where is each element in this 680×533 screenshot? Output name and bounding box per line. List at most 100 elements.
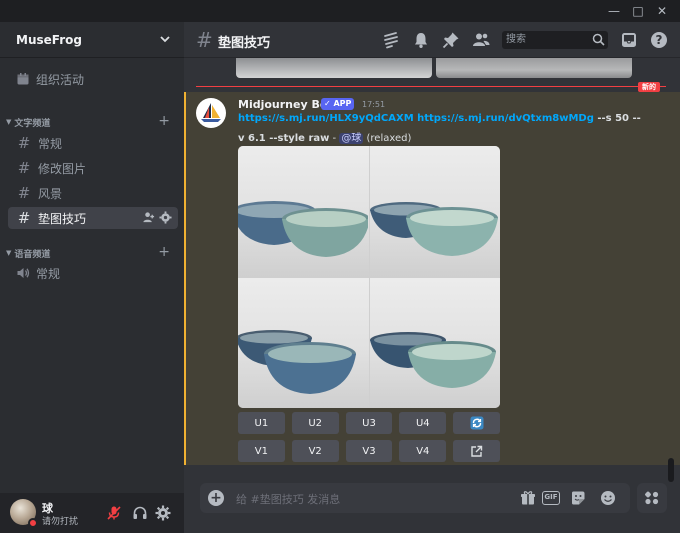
- calendar-icon: [17, 73, 29, 85]
- v4-button[interactable]: V4: [399, 440, 447, 462]
- invite-member-icon[interactable]: [142, 211, 155, 224]
- prompt-params-cont: v 6.1 --style raw: [238, 133, 330, 144]
- user-status: 请勿打扰: [42, 517, 79, 527]
- channel-label: 常规: [38, 136, 63, 151]
- midjourney-boat-icon: [201, 103, 221, 122]
- search-input[interactable]: 搜索: [502, 31, 608, 49]
- channel-item-edit-images[interactable]: # 修改图片: [8, 157, 178, 179]
- prompt-link-1[interactable]: https://s.mj.run/HLX9yQdCAXM: [238, 113, 414, 124]
- gift-icon[interactable]: [520, 490, 536, 506]
- image-grid[interactable]: [238, 146, 500, 408]
- headphones-icon[interactable]: [132, 505, 148, 521]
- hash-icon: #: [17, 184, 31, 202]
- prompt-params: --s 50 --: [597, 113, 641, 124]
- voice-channel-item-general[interactable]: 常规: [8, 262, 178, 284]
- svg-text:?: ?: [656, 33, 663, 47]
- hash-icon: #: [17, 209, 31, 227]
- v1-button[interactable]: V1: [238, 440, 285, 462]
- apps-button[interactable]: [637, 483, 667, 513]
- category-label: 语音频道: [14, 249, 51, 260]
- threads-icon[interactable]: [382, 31, 400, 49]
- external-link-icon: [471, 445, 483, 457]
- sticker-icon[interactable]: [570, 490, 586, 506]
- channel-item-image-prompt-tips[interactable]: # 垫图技巧: [8, 207, 178, 229]
- search-placeholder: 搜索: [506, 34, 526, 45]
- category-label: 文字频道: [14, 118, 51, 129]
- bot-avatar[interactable]: [196, 98, 226, 128]
- image-tile-3[interactable]: [238, 277, 369, 408]
- gear-icon[interactable]: [155, 505, 171, 521]
- channel-label: 常规: [36, 266, 61, 281]
- hash-icon: #: [196, 28, 213, 52]
- reroll-button[interactable]: [453, 412, 500, 434]
- channel-header: # 垫图技巧 搜索 ?: [184, 22, 680, 58]
- channel-label: 垫图技巧: [38, 211, 87, 226]
- new-messages-divider: [196, 86, 666, 87]
- discord-window: — □ ✕ MuseFrog 组织活动 ▼ 文字频道 + # 常规 # 修改图片…: [0, 0, 680, 533]
- user-panel: 球 请勿打扰: [0, 493, 184, 533]
- channel-item-landscape[interactable]: # 风景: [8, 182, 178, 204]
- gif-icon[interactable]: GIF: [542, 491, 560, 505]
- channel-item-general[interactable]: # 常规: [8, 132, 178, 154]
- gear-icon[interactable]: [159, 211, 172, 224]
- voice-channel-category[interactable]: ▼ 语音频道 +: [4, 244, 180, 260]
- channel-sidebar: MuseFrog 组织活动 ▼ 文字频道 + # 常规 # 修改图片 # 风景 …: [0, 22, 184, 533]
- u4-button[interactable]: U4: [399, 412, 447, 434]
- variation-button-row: V1 V2 V3 V4: [238, 440, 500, 462]
- v2-button[interactable]: V2: [291, 440, 339, 462]
- v3-button[interactable]: V3: [345, 440, 393, 462]
- events-item[interactable]: 组织活动: [8, 68, 178, 90]
- image-tile-1[interactable]: [238, 146, 369, 277]
- pin-icon[interactable]: [442, 31, 460, 49]
- hash-icon: #: [17, 159, 31, 177]
- chevron-down-icon: ▼: [6, 118, 12, 126]
- close-button[interactable]: ✕: [654, 3, 670, 19]
- apps-icon: [645, 491, 659, 505]
- previous-image[interactable]: [436, 58, 632, 78]
- add-channel-icon[interactable]: +: [158, 113, 170, 129]
- maximize-button[interactable]: □: [630, 3, 646, 19]
- image-tile-4[interactable]: [369, 277, 500, 408]
- member-list-icon[interactable]: [472, 31, 490, 49]
- help-icon[interactable]: ?: [650, 31, 668, 49]
- emoji-icon[interactable]: [600, 490, 616, 506]
- message-timestamp: 17:51: [362, 100, 386, 109]
- reroll-icon: [470, 416, 484, 430]
- bowls-illustration: [238, 329, 356, 394]
- scrollbar-thumb[interactable]: [668, 458, 674, 482]
- hash-icon: #: [17, 134, 31, 152]
- minimize-button[interactable]: —: [606, 3, 622, 19]
- message-params-line: v 6.1 --style raw - @球 (relaxed): [238, 129, 411, 144]
- image-tile-2[interactable]: [369, 146, 500, 277]
- bell-icon[interactable]: [412, 31, 430, 49]
- title-bar: — □ ✕: [0, 0, 680, 22]
- add-attachment-icon[interactable]: +: [208, 490, 224, 506]
- u1-button[interactable]: U1: [238, 412, 285, 434]
- text-channel-category[interactable]: ▼ 文字频道 +: [4, 113, 180, 129]
- search-icon: [592, 33, 605, 46]
- message-input[interactable]: 给 #垫图技巧 发消息: [236, 491, 340, 507]
- mic-muted-icon[interactable]: [106, 505, 122, 521]
- bowls-illustration: [369, 202, 498, 256]
- events-label: 组织活动: [36, 72, 85, 87]
- speaker-icon: [17, 268, 30, 278]
- previous-image[interactable]: [236, 58, 432, 78]
- author-name[interactable]: Midjourney Bot: [238, 98, 333, 111]
- chevron-down-icon: ▼: [6, 249, 12, 257]
- user-mention[interactable]: @球: [339, 133, 364, 144]
- add-channel-icon[interactable]: +: [158, 244, 170, 260]
- server-header[interactable]: MuseFrog: [0, 22, 184, 58]
- prompt-link-2[interactable]: https://s.mj.run/dvQtxm8wMDg: [417, 113, 594, 124]
- channel-title: 垫图技巧: [218, 36, 271, 51]
- chevron-down-icon: [160, 36, 170, 43]
- inbox-icon[interactable]: [620, 31, 638, 49]
- u2-button[interactable]: U2: [291, 412, 339, 434]
- open-web-button[interactable]: [453, 440, 500, 462]
- server-name: MuseFrog: [16, 32, 82, 47]
- app-badge: ✓ APP: [321, 98, 355, 110]
- u3-button[interactable]: U3: [345, 412, 393, 434]
- message-composer[interactable]: + 给 #垫图技巧 发消息 GIF: [200, 483, 630, 513]
- chat-area: # 垫图技巧 搜索 ? 新的 Midjourney Bot ✓ APP 17:5…: [184, 22, 680, 533]
- bowls-illustration: [369, 331, 496, 388]
- dnd-status-icon: [28, 518, 38, 528]
